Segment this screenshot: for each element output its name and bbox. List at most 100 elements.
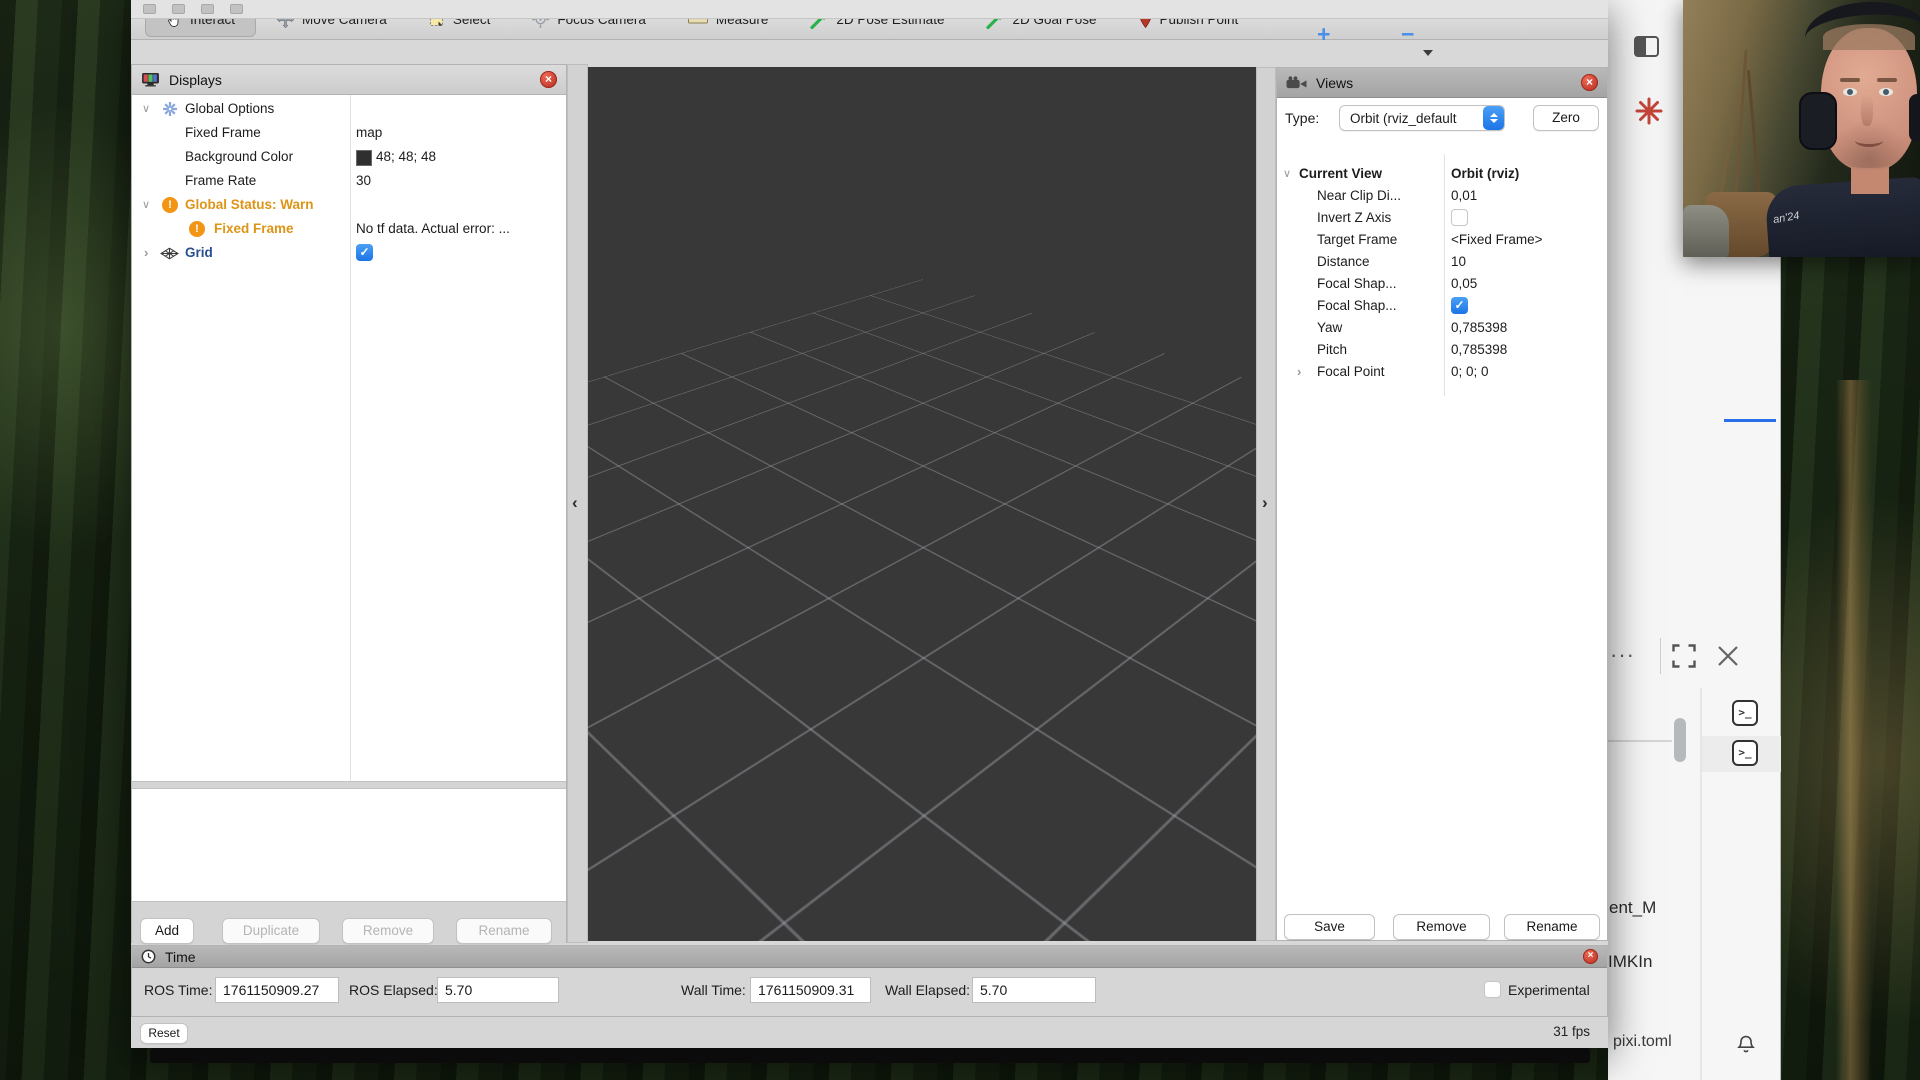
property-value[interactable]: 0,05 bbox=[1451, 273, 1477, 295]
person-left-eye bbox=[1843, 88, 1857, 96]
focal-shape-checkbox[interactable]: ✓ bbox=[1451, 297, 1468, 314]
view-row-current-view[interactable]: ∨ Current View Orbit (rviz) bbox=[1277, 163, 1607, 185]
views-close-button[interactable]: × bbox=[1581, 74, 1598, 91]
left-panel-collapse-strip[interactable]: ‹ bbox=[567, 64, 588, 943]
property-value[interactable]: No tf data. Actual error: ... bbox=[356, 217, 510, 241]
terminal-icon[interactable]: >_ bbox=[1732, 700, 1758, 726]
window-tab-mark bbox=[230, 4, 243, 14]
displays-close-button[interactable]: × bbox=[540, 71, 557, 88]
time-panel: Time × ROS Time: 1761150909.27 ROS Elaps… bbox=[131, 945, 1608, 1017]
time-close-button[interactable]: × bbox=[1583, 949, 1598, 964]
warning-icon: ! bbox=[162, 197, 178, 213]
views-panel: Views × Type: Orbit (rviz_default Zero ∨… bbox=[1276, 67, 1608, 941]
view-row-near-clip[interactable]: Near Clip Di... 0,01 bbox=[1277, 185, 1607, 207]
zero-button[interactable]: Zero bbox=[1533, 105, 1599, 131]
expander-open-icon[interactable]: ∨ bbox=[1283, 163, 1291, 185]
panel-splitter[interactable] bbox=[132, 781, 566, 789]
property-value[interactable]: Orbit (rviz) bbox=[1451, 163, 1519, 185]
scrollbar-thumb[interactable] bbox=[1674, 718, 1686, 762]
time-panel-titlebar[interactable]: Time × bbox=[132, 946, 1607, 968]
tree-row-background-color[interactable]: Background Color 48; 48; 48 bbox=[132, 145, 566, 169]
maximize-icon[interactable] bbox=[1672, 644, 1696, 668]
property-value[interactable]: <Fixed Frame> bbox=[1451, 229, 1543, 251]
dropdown-spinner-icon[interactable] bbox=[1483, 106, 1504, 130]
wall-elapsed-field[interactable]: 5.70 bbox=[972, 977, 1096, 1003]
person-left-brow bbox=[1840, 78, 1860, 82]
view-type-value: Orbit (rviz_default bbox=[1350, 111, 1457, 126]
duplicate-display-button: Duplicate bbox=[222, 918, 320, 944]
expander-closed-icon[interactable]: › bbox=[1297, 361, 1301, 383]
ros-elapsed-field[interactable]: 5.70 bbox=[437, 977, 559, 1003]
tree-row-global-status[interactable]: ∨ ! Global Status: Warn bbox=[132, 193, 566, 217]
3d-viewport[interactable] bbox=[588, 67, 1256, 941]
remove-display-button: Remove bbox=[342, 918, 434, 944]
remove-view-button[interactable]: Remove bbox=[1393, 914, 1490, 940]
tree-row-global-options[interactable]: ∨ Global Options bbox=[132, 97, 566, 121]
ros-time-label: ROS Time: bbox=[144, 977, 212, 1003]
displays-panel-titlebar[interactable]: Displays × bbox=[132, 65, 566, 95]
close-icon[interactable] bbox=[1716, 644, 1740, 668]
toolbar-overflow-chevron-icon[interactable] bbox=[1423, 50, 1433, 56]
property-value[interactable]: 48; 48; 48 bbox=[376, 145, 436, 169]
expander-closed-icon[interactable]: › bbox=[144, 241, 148, 265]
save-view-button[interactable]: Save bbox=[1284, 914, 1375, 940]
property-value[interactable]: 10 bbox=[1451, 251, 1466, 273]
reset-button[interactable]: Reset bbox=[140, 1023, 188, 1044]
views-panel-titlebar[interactable]: Views × bbox=[1277, 68, 1607, 98]
tree-row-fixed-frame-warning[interactable]: ! Fixed Frame No tf data. Actual error: … bbox=[132, 217, 566, 241]
webcam-overlay: an'24 bbox=[1683, 0, 1920, 257]
add-tool-button[interactable]: + bbox=[1317, 24, 1330, 44]
collapse-right-chevron-icon[interactable]: › bbox=[1262, 493, 1268, 513]
window-top-strip bbox=[131, 0, 1608, 19]
property-value[interactable]: 30 bbox=[356, 169, 371, 193]
window-tab-mark bbox=[172, 4, 185, 14]
view-row-distance[interactable]: Distance 10 bbox=[1277, 251, 1607, 273]
tree-row-grid[interactable]: › Grid ✓ bbox=[132, 241, 566, 265]
right-panel-collapse-strip[interactable]: › bbox=[1256, 67, 1276, 941]
bell-icon[interactable] bbox=[1736, 1034, 1756, 1054]
window-tab-mark bbox=[201, 4, 214, 14]
type-label: Type: bbox=[1285, 110, 1319, 126]
property-value[interactable]: 0; 0; 0 bbox=[1451, 361, 1489, 383]
expander-open-icon[interactable]: ∨ bbox=[142, 97, 150, 121]
expander-open-icon[interactable]: ∨ bbox=[142, 193, 150, 217]
view-row-focal-shape-size[interactable]: Focal Shap... 0,05 bbox=[1277, 273, 1607, 295]
wall-elapsed-label: Wall Elapsed: bbox=[885, 977, 970, 1003]
invert-z-checkbox[interactable] bbox=[1451, 209, 1468, 226]
view-row-target-frame[interactable]: Target Frame <Fixed Frame> bbox=[1277, 229, 1607, 251]
watering-can bbox=[1683, 205, 1729, 257]
experimental-checkbox[interactable] bbox=[1484, 981, 1501, 998]
property-value[interactable]: 0,785398 bbox=[1451, 317, 1507, 339]
view-type-dropdown[interactable]: Orbit (rviz_default bbox=[1339, 105, 1505, 131]
video-camera-icon bbox=[1286, 76, 1307, 89]
time-panel-title: Time bbox=[165, 949, 196, 965]
grid-enabled-checkbox[interactable]: ✓ bbox=[356, 244, 373, 261]
displays-panel: Displays × ∨ Global Options Fixed Frame … bbox=[131, 64, 567, 943]
view-row-focal-shape-fixed[interactable]: Focal Shap... ✓ bbox=[1277, 295, 1607, 317]
plant-stem bbox=[1733, 50, 1747, 210]
add-display-button[interactable]: Add bbox=[140, 918, 194, 944]
rename-view-button[interactable]: Rename bbox=[1504, 914, 1600, 940]
grid-icon bbox=[160, 247, 179, 260]
terminal-icon[interactable]: >_ bbox=[1732, 740, 1758, 766]
ros-time-field[interactable]: 1761150909.27 bbox=[215, 977, 339, 1003]
property-value[interactable]: 0,01 bbox=[1451, 185, 1477, 207]
property-value[interactable]: 0,785398 bbox=[1451, 339, 1507, 361]
view-row-focal-point[interactable]: › Focal Point 0; 0; 0 bbox=[1277, 361, 1607, 383]
collapse-left-chevron-icon[interactable]: ‹ bbox=[572, 493, 578, 513]
remove-tool-button[interactable]: − bbox=[1401, 24, 1414, 44]
wall-time-field[interactable]: 1761150909.31 bbox=[750, 977, 871, 1003]
starburst-icon bbox=[1634, 96, 1664, 126]
displays-panel-title: Displays bbox=[169, 72, 222, 88]
property-value[interactable]: map bbox=[356, 121, 382, 145]
tree-row-frame-rate[interactable]: Frame Rate 30 bbox=[132, 169, 566, 193]
view-row-pitch[interactable]: Pitch 0,785398 bbox=[1277, 339, 1607, 361]
layout-sidebar-icon[interactable] bbox=[1634, 36, 1659, 57]
view-row-yaw[interactable]: Yaw 0,785398 bbox=[1277, 317, 1607, 339]
rviz-window: Interact Move Camera Select bbox=[131, 0, 1608, 1048]
ros-elapsed-label: ROS Elapsed: bbox=[349, 977, 438, 1003]
color-swatch[interactable] bbox=[356, 150, 372, 166]
tree-row-fixed-frame[interactable]: Fixed Frame map bbox=[132, 121, 566, 145]
view-row-invert-z[interactable]: Invert Z Axis bbox=[1277, 207, 1607, 229]
more-options-icon[interactable]: ··· bbox=[1610, 642, 1635, 668]
